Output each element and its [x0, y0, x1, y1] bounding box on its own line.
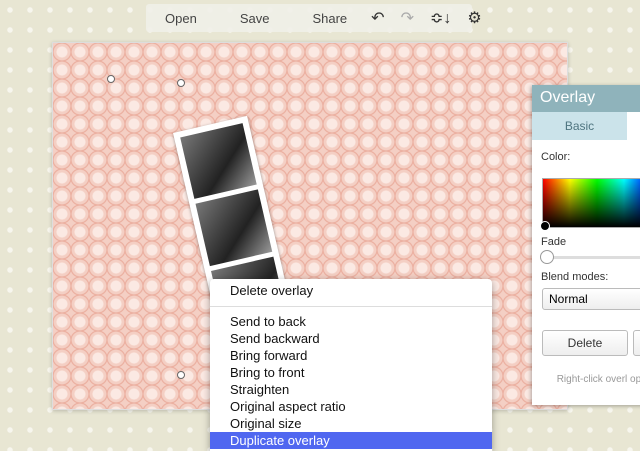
redo-icon[interactable]: ↷	[401, 8, 414, 28]
panel-title: Overlay	[532, 85, 640, 112]
photo	[195, 189, 273, 266]
resize-handle[interactable]	[177, 79, 185, 87]
menu-item-send-to-back[interactable]: Send to back	[210, 313, 492, 330]
menu-item-duplicate-overlay[interactable]: Duplicate overlay	[210, 432, 492, 449]
menu-item-bring-forward[interactable]: Bring forward	[210, 347, 492, 364]
menu-item-original-aspect-ratio[interactable]: Original aspect ratio	[210, 398, 492, 415]
fade-slider[interactable]	[542, 256, 640, 259]
delete-button[interactable]: Delete	[542, 330, 628, 356]
menu-item-bring-to-front[interactable]: Bring to front	[210, 364, 492, 381]
resize-handle[interactable]	[177, 371, 185, 379]
context-menu: Delete overlay Send to back Send backwar…	[210, 279, 492, 451]
layers-icon[interactable]: ≎↓	[430, 8, 451, 28]
color-picker[interactable]	[542, 178, 640, 228]
secondary-button[interactable]	[633, 330, 640, 356]
fade-slider-knob[interactable]	[540, 250, 554, 264]
tab-basic[interactable]: Basic	[532, 112, 627, 140]
overlay-panel: Overlay Basic Color: Fade Blend modes: N…	[532, 85, 640, 405]
toolbar: Open Save Share ↶ ↷ ≎↓ ⚙	[146, 4, 482, 32]
fade-label: Fade	[541, 236, 567, 248]
photo	[180, 123, 257, 200]
gear-icon[interactable]: ⚙	[467, 8, 481, 28]
menu-item-send-backward[interactable]: Send backward	[210, 330, 492, 347]
hint-text: Right-click overl option	[556, 374, 640, 385]
color-label: Color:	[541, 151, 571, 163]
menu-separator	[210, 306, 492, 307]
blend-label: Blend modes:	[541, 271, 609, 283]
save-button[interactable]: Save	[197, 11, 270, 26]
resize-handle[interactable]	[107, 75, 115, 83]
menu-item-straighten[interactable]: Straighten	[210, 381, 492, 398]
blend-mode-select[interactable]: Normal	[542, 288, 640, 310]
menu-item-original-size[interactable]: Original size	[210, 415, 492, 432]
undo-icon[interactable]: ↶	[371, 8, 384, 28]
open-button[interactable]: Open	[146, 11, 197, 26]
menu-item-delete-overlay[interactable]: Delete overlay	[210, 282, 492, 299]
share-button[interactable]: Share	[269, 11, 347, 26]
color-picker-knob[interactable]	[540, 221, 550, 231]
